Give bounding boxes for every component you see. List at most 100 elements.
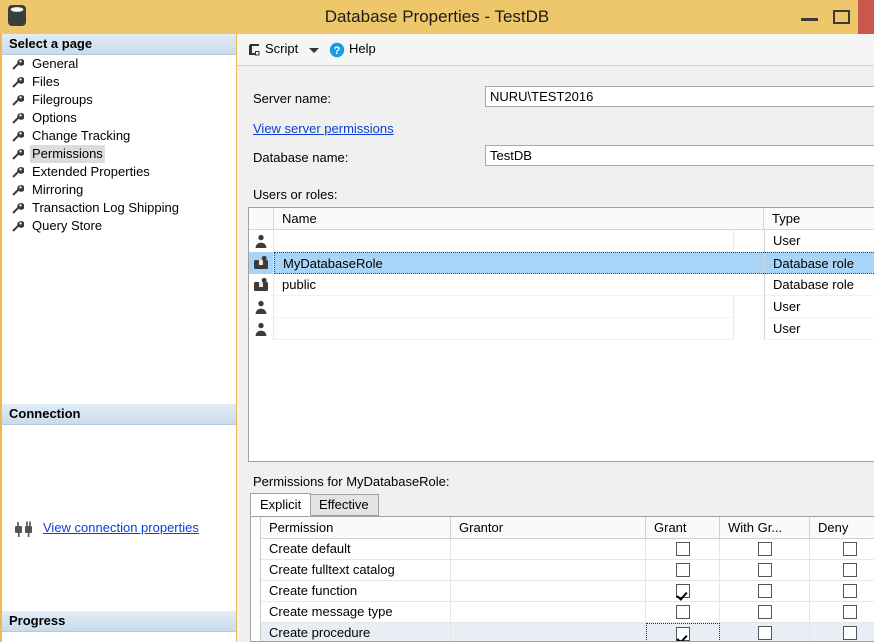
progress-header: Progress — [2, 611, 236, 632]
users-grid-col-type[interactable]: Type — [764, 208, 874, 230]
table-row[interactable]: User — [249, 230, 874, 252]
sidebar-item-files[interactable]: Files — [2, 73, 236, 91]
permission-row[interactable]: Create message type — [261, 602, 874, 623]
deny-cell[interactable] — [810, 539, 874, 560]
table-row[interactable]: User — [249, 296, 874, 318]
permission-name-cell: Create message type — [261, 602, 451, 623]
plug-icon — [14, 521, 34, 538]
minimize-button[interactable] — [796, 0, 826, 34]
tab-explicit[interactable]: Explicit — [250, 493, 312, 516]
sidebar-item-permissions[interactable]: Permissions — [2, 145, 236, 163]
right-pane: Script ? Help Server name: NURU\TEST2016… — [237, 34, 874, 642]
deny-cell[interactable] — [810, 581, 874, 602]
deny-checkbox[interactable] — [842, 584, 857, 598]
sidebar-item-label: Extended Properties — [32, 164, 150, 179]
permission-row[interactable]: Create procedure — [261, 623, 874, 641]
user-name-cell[interactable]: MyDatabaseRole — [274, 252, 764, 274]
with-grant-cell[interactable] — [720, 560, 810, 581]
client-area: Select a page General Files Filegroups Opti… — [0, 34, 874, 642]
grant-checkbox[interactable] — [675, 605, 690, 619]
with-grant-checkbox[interactable] — [757, 584, 772, 598]
grant-checkbox[interactable] — [676, 627, 690, 641]
perm-col-deny[interactable]: Deny — [810, 517, 874, 539]
with-grant-cell[interactable] — [720, 602, 810, 623]
perm-col-grant[interactable]: Grant — [646, 517, 720, 539]
tab-effective[interactable]: Effective — [309, 494, 379, 516]
sidebar-item-change-tracking[interactable]: Change Tracking — [2, 127, 236, 145]
sidebar-item-options[interactable]: Options — [2, 109, 236, 127]
with-grant-checkbox[interactable] — [757, 563, 772, 577]
permission-row[interactable]: Create fulltext catalog — [261, 560, 874, 581]
sidebar-item-mirroring[interactable]: Mirroring — [2, 181, 236, 199]
grant-cell[interactable] — [646, 560, 720, 581]
progress-body — [2, 632, 236, 642]
table-row[interactable]: MyDatabaseRole Database role — [249, 252, 874, 274]
perm-col-permission[interactable]: Permission — [261, 517, 451, 539]
permissions-grid[interactable]: Permission Grantor Grant With Gr... Deny… — [250, 516, 874, 642]
grant-cell[interactable] — [646, 602, 720, 623]
chevron-down-icon[interactable] — [309, 48, 319, 53]
grantor-cell — [451, 539, 646, 560]
sidebar-item-transaction-log-shipping[interactable]: Transaction Log Shipping — [2, 199, 236, 217]
with-grant-checkbox[interactable] — [757, 542, 772, 556]
grant-cell[interactable] — [646, 581, 720, 602]
script-button[interactable]: Script — [265, 41, 298, 56]
with-grant-cell[interactable] — [720, 539, 810, 560]
user-name-cell[interactable] — [274, 230, 734, 252]
users-grid-col-name[interactable]: Name — [274, 208, 764, 230]
permission-row[interactable]: Create default — [261, 539, 874, 560]
maximize-button[interactable] — [828, 0, 858, 34]
deny-cell[interactable] — [810, 560, 874, 581]
permission-row[interactable]: Create function — [261, 581, 874, 602]
sidebar-item-filegroups[interactable]: Filegroups — [2, 91, 236, 109]
help-icon[interactable]: ? — [329, 42, 345, 58]
grantor-cell — [451, 602, 646, 623]
grant-cell[interactable] — [646, 623, 720, 641]
grant-cell[interactable] — [646, 539, 720, 560]
user-name-cell[interactable]: public — [274, 274, 764, 296]
sidebar-item-label: Options — [32, 110, 77, 125]
grant-checkbox[interactable] — [675, 584, 690, 598]
table-row[interactable]: User — [249, 318, 874, 340]
with-grant-checkbox[interactable] — [757, 626, 772, 640]
page-list: General Files Filegroups Options Change Trac… — [2, 55, 236, 404]
sidebar-item-extended-properties[interactable]: Extended Properties — [2, 163, 236, 181]
user-name-cell[interactable] — [274, 318, 734, 340]
with-grant-cell[interactable] — [720, 581, 810, 602]
server-name-input[interactable]: NURU\TEST2016 — [485, 86, 874, 107]
deny-checkbox[interactable] — [842, 542, 857, 556]
permission-name-cell: Create fulltext catalog — [261, 560, 451, 581]
grant-checkbox[interactable] — [675, 563, 690, 577]
users-or-roles-grid[interactable]: Name Type User MyDatabaseRole Database rol… — [248, 207, 874, 462]
perm-col-grantor[interactable]: Grantor — [451, 517, 646, 539]
sidebar-item-query-store[interactable]: Query Store — [2, 217, 236, 235]
deny-checkbox[interactable] — [842, 563, 857, 577]
with-grant-checkbox[interactable] — [757, 605, 772, 619]
user-type-cell: User — [764, 318, 874, 340]
permissions-grid-body: Create default Create fulltext catalog Cre… — [261, 539, 874, 641]
users-or-roles-label: Users or roles: — [253, 187, 338, 202]
select-a-page-header: Select a page — [2, 34, 236, 55]
permissions-tabs: Explicit Effective — [250, 493, 874, 516]
with-grant-cell[interactable] — [720, 623, 810, 641]
permission-name-cell: Create procedure — [261, 623, 451, 641]
sidebar-item-label: Files — [32, 74, 60, 89]
grant-checkbox[interactable] — [675, 542, 690, 556]
database-name-input[interactable]: TestDB — [485, 145, 874, 166]
table-row[interactable]: public Database role — [249, 274, 874, 296]
connection-body: View connection properties — [2, 425, 236, 611]
close-button[interactable] — [858, 0, 874, 34]
deny-checkbox[interactable] — [842, 626, 857, 640]
perm-col-with-grant[interactable]: With Gr... — [720, 517, 810, 539]
deny-cell[interactable] — [810, 602, 874, 623]
deny-checkbox[interactable] — [842, 605, 857, 619]
deny-cell[interactable] — [810, 623, 874, 641]
user-name-cell[interactable] — [274, 296, 734, 318]
user-icon — [249, 296, 274, 318]
permission-name-cell: Create default — [261, 539, 451, 560]
view-connection-properties-link[interactable]: View connection properties — [43, 520, 199, 535]
sidebar-item-general[interactable]: General — [2, 55, 236, 73]
database-role-icon — [249, 252, 274, 274]
view-server-permissions-link[interactable]: View server permissions — [253, 121, 394, 136]
help-button[interactable]: Help — [349, 41, 376, 56]
